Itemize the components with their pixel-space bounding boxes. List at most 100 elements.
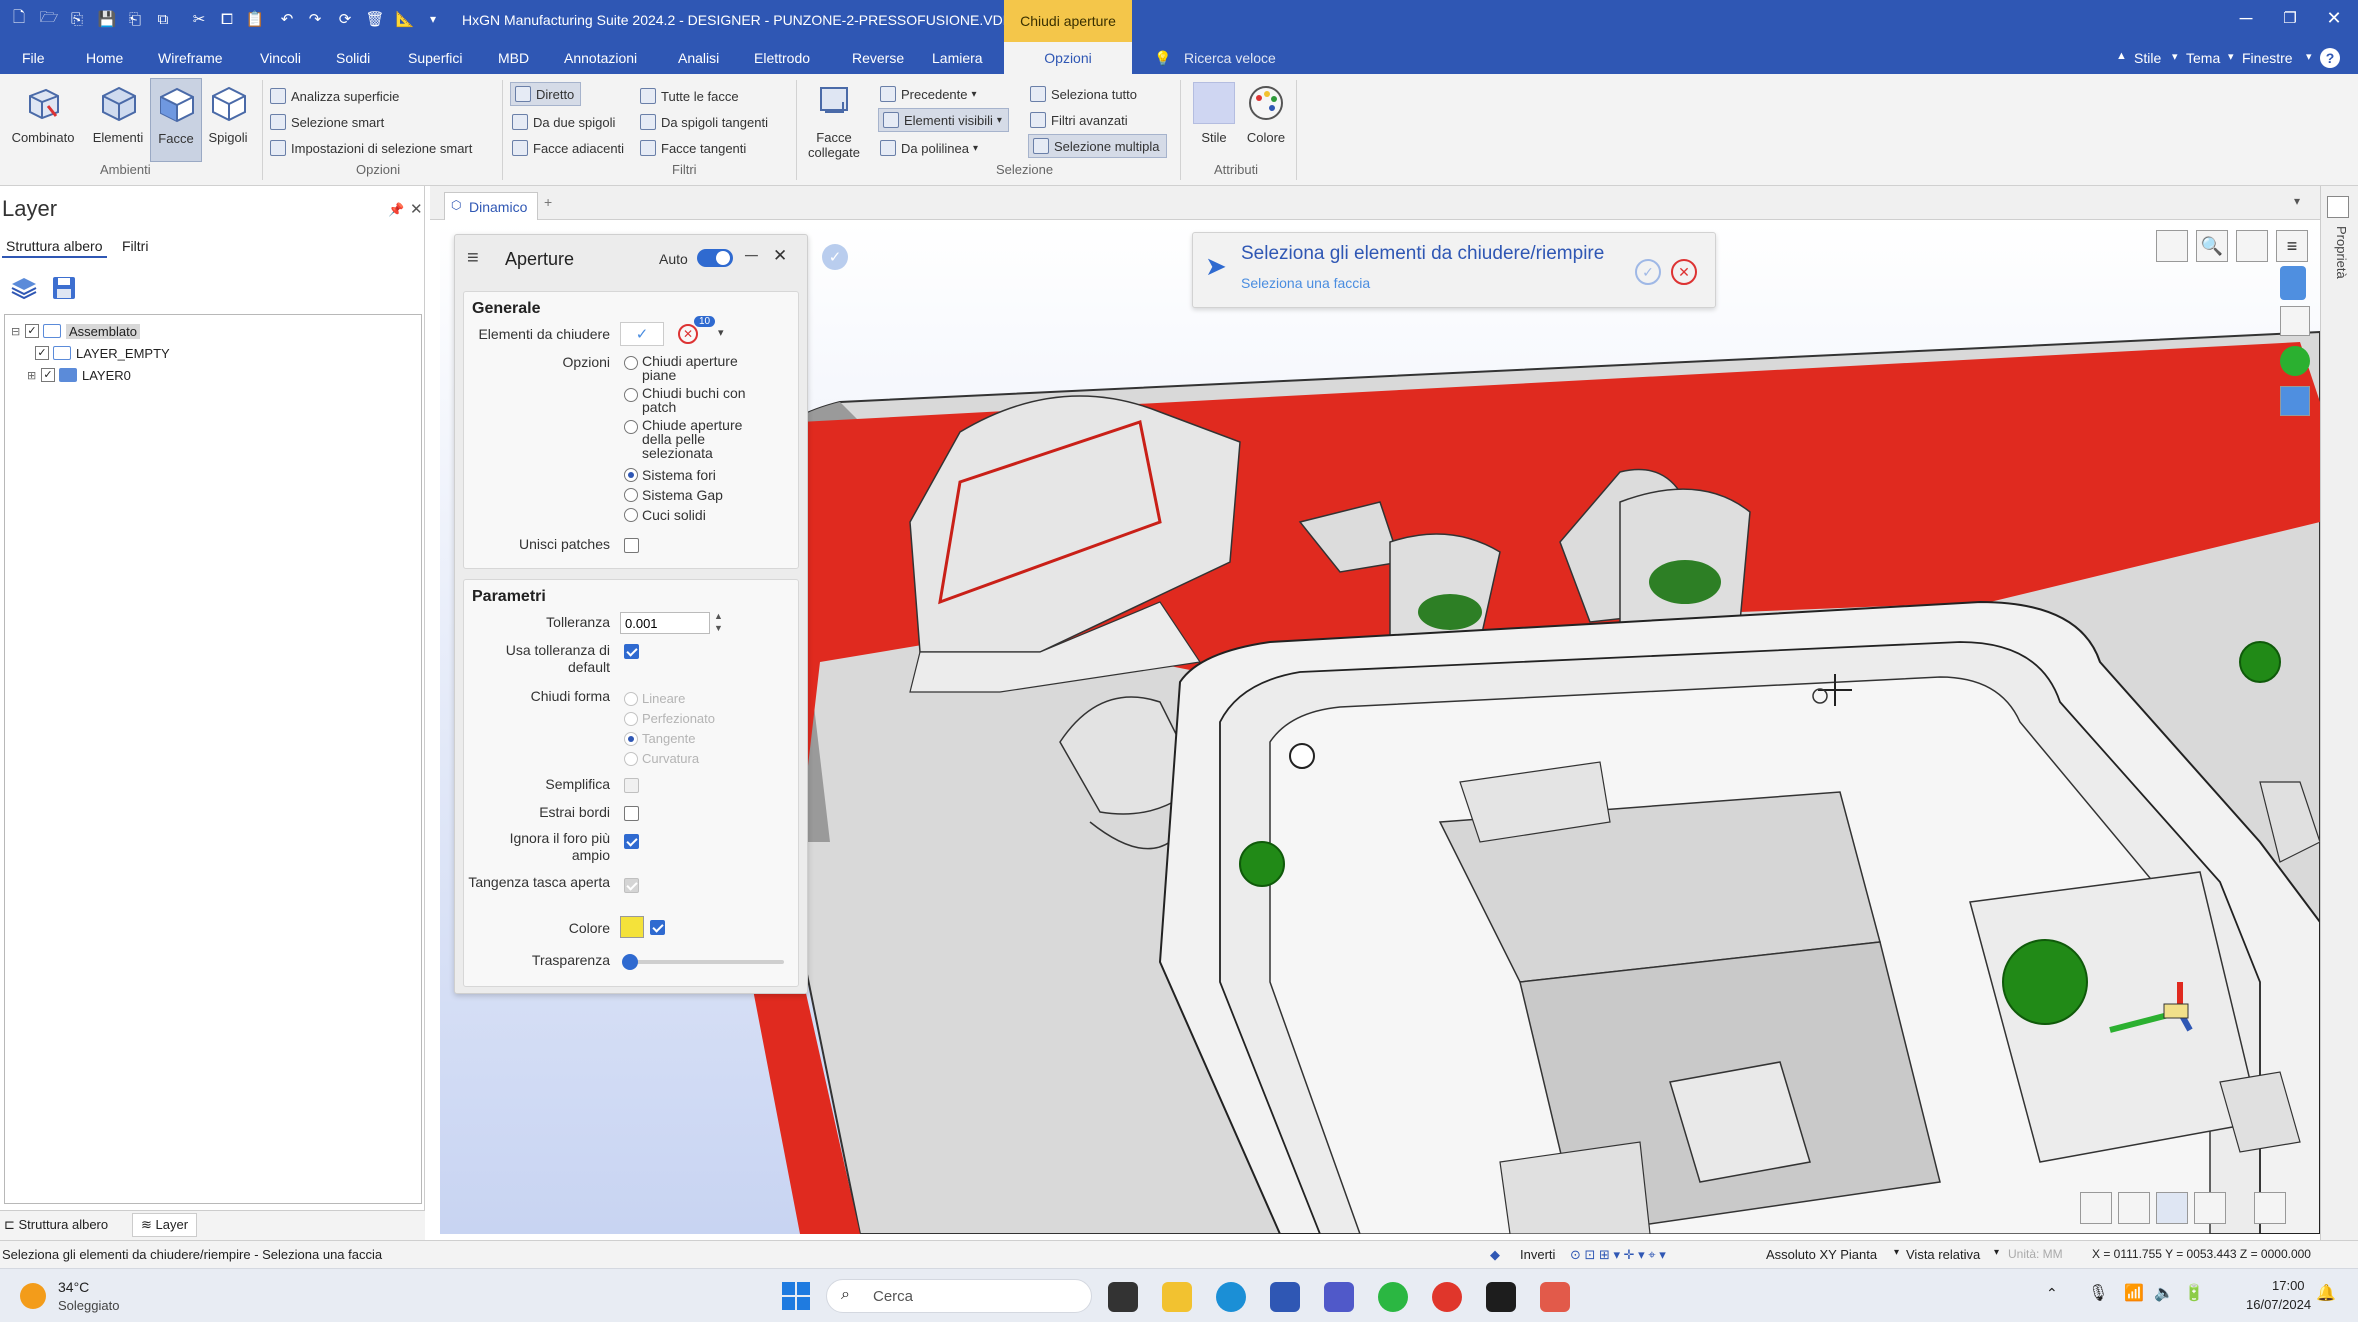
elementi-visibili-button[interactable]: Elementi visibili ▾ — [878, 108, 1009, 132]
restore-icon[interactable]: ❐ — [2270, 4, 2310, 32]
close-panel-icon[interactable]: ✕ — [773, 246, 787, 266]
weather-sun-icon[interactable] — [20, 1283, 46, 1309]
radio-chiudi-buchi[interactable] — [624, 388, 638, 402]
clock-date[interactable]: 16/07/2024 — [2246, 1297, 2311, 1312]
volume-icon[interactable]: 🔈 — [2154, 1283, 2174, 1303]
semplifica-checkbox[interactable] — [624, 778, 639, 793]
radio-chiudi-aperture-piane[interactable] — [624, 356, 638, 370]
tree-row-layer0[interactable]: ⊞ ✓ LAYER0 — [27, 365, 131, 385]
pin-icon[interactable]: 📌 — [388, 202, 404, 218]
confirm-selection-icon[interactable]: ✓ — [620, 322, 664, 346]
tab-filtri[interactable]: Filtri — [118, 236, 152, 256]
tab-superfici[interactable]: Superfici — [408, 50, 462, 66]
radio-sistema-gap[interactable] — [624, 488, 638, 502]
menu-stile[interactable]: Stile — [2134, 50, 2161, 66]
zoom-icon[interactable]: 🔍 — [2196, 230, 2228, 262]
shading-icon[interactable] — [2280, 346, 2310, 376]
stile-button[interactable]: Stile — [1188, 78, 1240, 162]
facce-tangenti-button[interactable]: Facce tangenti — [640, 136, 746, 160]
tab-dinamico[interactable]: ⬡ Dinamico — [444, 192, 539, 220]
clear-selection-icon[interactable]: ✕ — [678, 324, 698, 344]
impostazioni-smart-button[interactable]: Impostazioni di selezione smart — [270, 136, 472, 160]
save-as-icon[interactable]: ⎗ — [124, 8, 146, 30]
checkbox-layer0[interactable]: ✓ — [41, 368, 55, 382]
tab-wireframe[interactable]: Wireframe — [158, 50, 223, 66]
radio-curvatura[interactable] — [624, 752, 638, 766]
paste-icon[interactable]: 📋 — [244, 8, 266, 30]
bottom-tab-struttura[interactable]: ⊏ Struttura albero — [4, 1217, 108, 1233]
prompt-cancel-icon[interactable]: ✕ — [1671, 259, 1697, 285]
ignora-foro-checkbox[interactable] — [624, 834, 639, 849]
radio-perfezionato[interactable] — [624, 712, 638, 726]
menu-icon[interactable]: ≡ — [467, 247, 479, 270]
checkbox-layer-empty[interactable]: ✓ — [35, 346, 49, 360]
radio-chiude-aperture-pelle[interactable] — [624, 420, 638, 434]
fit-view-icon[interactable] — [2236, 230, 2268, 262]
teams-icon[interactable] — [1324, 1282, 1354, 1312]
open-folder-icon[interactable]: 🗁 — [38, 8, 60, 30]
menu-tema[interactable]: Tema — [2186, 50, 2220, 66]
spigoli-button[interactable]: Spigoli — [202, 78, 254, 162]
tray-chevron-icon[interactable]: ⌃ — [2046, 1285, 2058, 1302]
unisci-patches-checkbox[interactable] — [624, 538, 639, 553]
estrai-bordi-checkbox[interactable] — [624, 806, 639, 821]
colore-swatch[interactable] — [620, 916, 644, 938]
tab-list-icon[interactable]: ▾ — [2294, 194, 2300, 208]
store-icon[interactable] — [1270, 1282, 1300, 1312]
menu-finestre[interactable]: Finestre — [2242, 50, 2293, 66]
properties-icon[interactable] — [2327, 196, 2349, 218]
new-file-icon[interactable]: 🗋 — [8, 8, 30, 30]
save-all-icon[interactable]: ⎘ — [66, 8, 88, 30]
section-icon[interactable] — [2280, 386, 2310, 416]
assoluto-dropdown[interactable]: Assoluto XY Pianta — [1766, 1247, 1877, 1262]
facce-button[interactable]: Facce — [150, 78, 202, 162]
hxgn-app-icon[interactable] — [1486, 1282, 1516, 1312]
tab-solidi[interactable]: Solidi — [336, 50, 370, 66]
checkbox-assemblato[interactable]: ✓ — [25, 324, 39, 338]
prompt-confirm-icon[interactable]: ✓ — [1635, 259, 1661, 285]
trasparenza-slider[interactable] — [622, 954, 784, 970]
wifi-icon[interactable]: 📶 — [2124, 1283, 2144, 1303]
windows-start-icon[interactable] — [782, 1282, 810, 1310]
seleziona-tutto-button[interactable]: Seleziona tutto — [1030, 82, 1137, 106]
repeat-icon[interactable]: ⟳ — [334, 8, 356, 30]
battery-icon[interactable]: 🔋 — [2184, 1283, 2204, 1303]
duplicate-icon[interactable]: ⧠ — [216, 8, 238, 30]
tab-home[interactable]: Home — [86, 50, 123, 66]
taskbar-search[interactable]: ⌕ Cerca — [826, 1279, 1092, 1313]
copy-icon[interactable]: ⧉ — [152, 8, 174, 30]
save-layer-icon[interactable] — [50, 274, 78, 302]
edge-icon[interactable] — [1216, 1282, 1246, 1312]
layout-grid-icon[interactable] — [2194, 1192, 2226, 1224]
radio-cuci-solidi[interactable] — [624, 508, 638, 522]
radio-lineare[interactable] — [624, 692, 638, 706]
usa-tolleranza-checkbox[interactable] — [624, 644, 639, 659]
hamburger-icon[interactable]: ≡ — [2276, 230, 2308, 262]
spigoli-tangenti-button[interactable]: Da spigoli tangenti — [640, 110, 768, 134]
tolleranza-input[interactable] — [620, 612, 710, 634]
expand-icon[interactable]: ⊞ — [27, 369, 41, 382]
undo-icon[interactable]: ↶ — [276, 8, 298, 30]
customize-qat-icon[interactable]: ▾ — [422, 8, 444, 30]
file-explorer-icon[interactable] — [1162, 1282, 1192, 1312]
quick-search[interactable]: Ricerca veloce — [1184, 50, 1276, 66]
inverti-button[interactable]: Inverti — [1520, 1247, 1555, 1262]
new-tab-icon[interactable]: + — [544, 194, 552, 210]
bottom-tab-layer[interactable]: ≋ Layer — [132, 1213, 198, 1237]
chevron-down-icon[interactable]: ▾ — [718, 326, 724, 339]
measure-icon[interactable]: 📐 — [394, 8, 416, 30]
iso-view-icon[interactable] — [2118, 1192, 2150, 1224]
shaded-view-icon[interactable] — [2156, 1192, 2188, 1224]
redo-icon[interactable]: ↷ — [304, 8, 326, 30]
snap-icons[interactable]: ⊙ ⊡ ⊞ ▾ ✛ ▾ ⌖ ▾ — [1570, 1247, 1666, 1263]
elementi-button[interactable]: Elementi — [92, 78, 144, 162]
spinner-icon[interactable]: ▲ ▼ — [714, 610, 723, 634]
layers-icon[interactable] — [10, 274, 38, 302]
diretto-button[interactable]: Diretto — [510, 82, 582, 106]
polilinea-button[interactable]: Da polilinea ▾ — [880, 136, 978, 160]
close-panel-icon[interactable]: ✕ — [410, 200, 423, 218]
radio-sistema-fori[interactable] — [624, 468, 638, 482]
save-icon[interactable]: 💾 — [96, 8, 118, 30]
tab-reverse[interactable]: Reverse — [852, 50, 904, 66]
task-view-icon[interactable] — [1108, 1282, 1138, 1312]
